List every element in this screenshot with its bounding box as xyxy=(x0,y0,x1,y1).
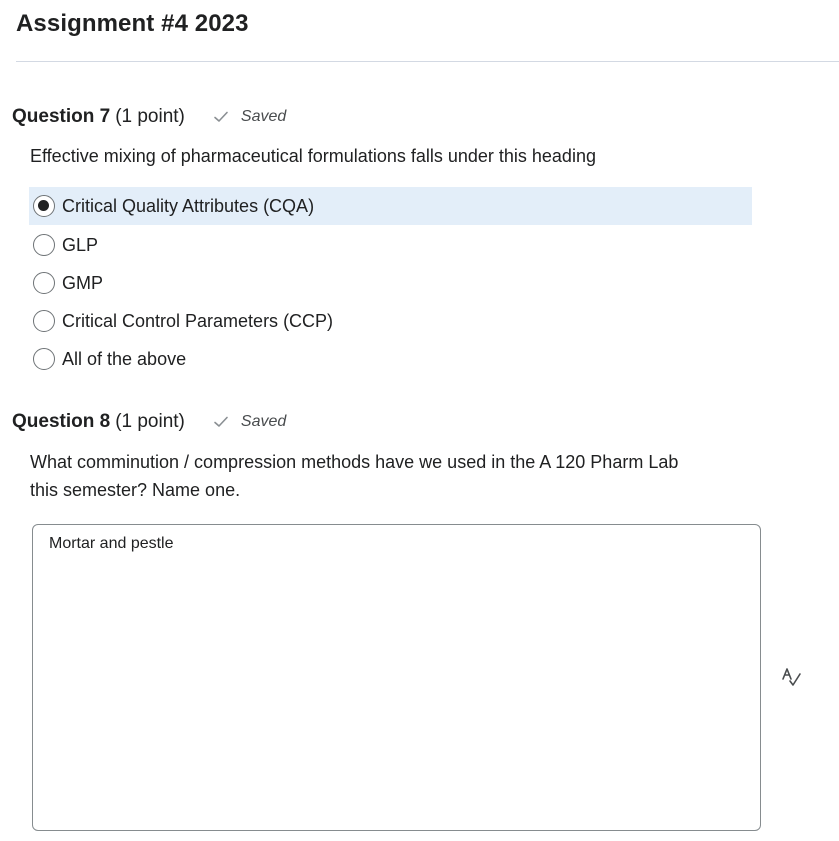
option-gmp[interactable]: GMP xyxy=(29,264,752,302)
option-label: All of the above xyxy=(62,348,187,369)
question-points: (1 point) xyxy=(115,411,185,432)
saved-label: Saved xyxy=(240,413,287,430)
question-8-text: What comminution / compression methods h… xyxy=(30,448,678,504)
question-8-text-line-2: this semester? Name one. xyxy=(30,480,241,500)
saved-label: Saved xyxy=(240,108,287,125)
option-label: GMP xyxy=(62,272,104,293)
question-8-header: Question 8 (1 point) Saved xyxy=(12,411,286,433)
radio-button[interactable] xyxy=(33,272,55,294)
option-label: Critical Quality Attributes (CQA) xyxy=(62,195,315,216)
answer-textarea[interactable]: Mortar and pestle xyxy=(32,524,761,831)
spellcheck-icon[interactable] xyxy=(780,666,802,688)
question-8-text-line-1: What comminution / compression methods h… xyxy=(30,452,679,472)
option-ccp[interactable]: Critical Control Parameters (CCP) xyxy=(29,302,752,340)
saved-status: Saved xyxy=(213,108,286,126)
option-label: Critical Control Parameters (CCP) xyxy=(62,310,334,331)
question-7-header: Question 7 (1 point) Saved xyxy=(12,106,286,128)
option-label: GLP xyxy=(62,234,99,255)
question-points: (1 point) xyxy=(115,106,185,127)
title-divider xyxy=(16,61,839,62)
question-7-text: Effective mixing of pharmaceutical formu… xyxy=(30,146,596,166)
radio-button[interactable] xyxy=(33,310,55,332)
option-cqa[interactable]: Critical Quality Attributes (CQA) xyxy=(29,187,752,225)
page-title: Assignment #4 2023 xyxy=(16,10,249,37)
radio-button[interactable] xyxy=(33,234,55,256)
radio-button-selected[interactable] xyxy=(33,195,55,217)
question-number: Question 7 xyxy=(12,106,111,127)
saved-status: Saved xyxy=(213,413,286,431)
check-icon xyxy=(214,111,228,122)
option-all-of-the-above[interactable]: All of the above xyxy=(29,340,752,378)
radio-button[interactable] xyxy=(33,348,55,370)
option-glp[interactable]: GLP xyxy=(29,226,752,264)
question-number: Question 8 xyxy=(12,411,111,432)
answer-text: Mortar and pestle xyxy=(49,535,174,552)
check-icon xyxy=(214,416,228,427)
assignment-page: Assignment #4 2023 Question 7 (1 point) … xyxy=(0,0,839,841)
